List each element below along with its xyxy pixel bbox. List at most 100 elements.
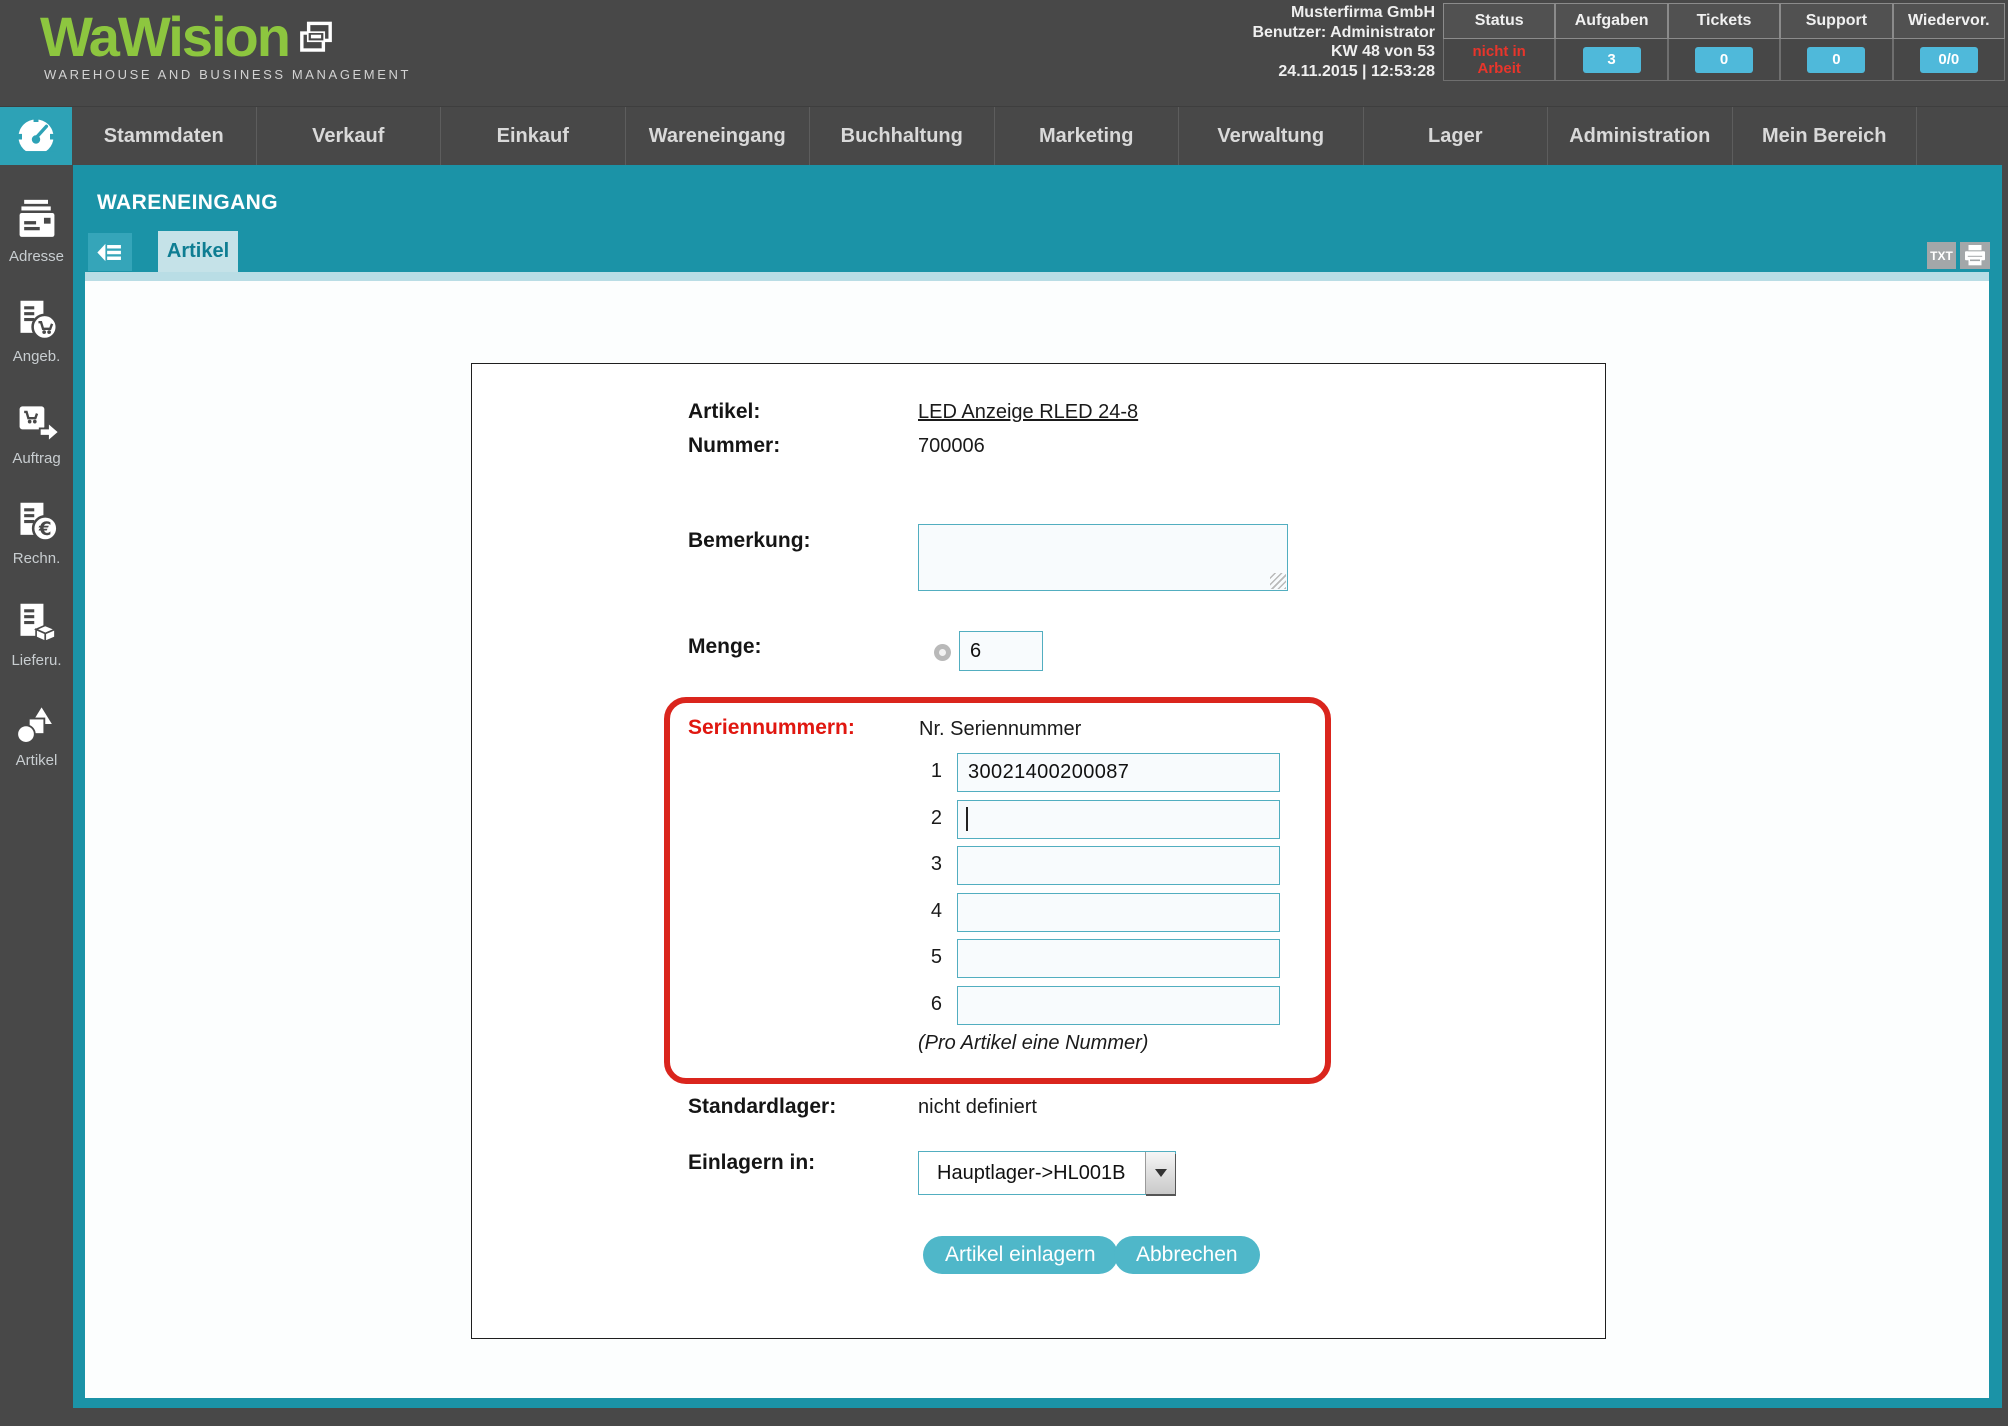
nav-item-stammdaten[interactable]: Stammdaten [72,107,256,165]
wiedervorlage-value-cell: 0/0 [1892,39,2005,81]
delivery-icon [20,603,57,643]
sidebar-item-artikel[interactable]: Artikel [0,702,73,769]
serial-input-4[interactable] [957,893,1280,932]
order-icon [19,406,59,444]
wareneingang-form: Artikel: LED Anzeige RLED 24-8 Nummer: 7… [471,363,1606,1339]
aufgaben-column-header: Aufgaben [1555,3,1668,39]
artikel-link[interactable]: LED Anzeige RLED 24-8 [918,401,1138,424]
sidebar-item-rechnung[interactable]: € Rechn. [0,500,73,567]
content-divider-strip [85,272,1989,281]
user-line: Benutzer: Administrator [1252,23,1435,41]
sidebar-item-label: Auftrag [12,450,61,467]
content-area: WARENEINGANG Artikel TXT Artikel: LED An… [73,165,2002,1408]
einlagern-select[interactable]: Hauptlager->HL001B [918,1151,1176,1195]
wiedervorlage-count-badge[interactable]: 0/0 [1919,46,1978,73]
artikel-einlagern-button[interactable]: Artikel einlagern [923,1236,1118,1274]
serial-input-5[interactable] [957,939,1280,978]
serial-row-number: 6 [930,993,942,1015]
serial-input-2[interactable] [957,800,1280,839]
bemerkung-field-wrap [918,524,1288,591]
nav-item-mein-bereich[interactable]: Mein Bereich [1731,107,1917,165]
serial-row-number: 5 [930,946,942,968]
datetime-line: 24.11.2015 | 12:53:28 [1278,62,1435,80]
page-title: WARENEINGANG [97,191,278,214]
serial-row-number: 3 [930,853,942,875]
support-count-badge[interactable]: 0 [1807,46,1866,73]
nav-item-verkauf[interactable]: Verkauf [255,107,441,165]
menge-input[interactable] [959,631,1043,671]
text-caret [966,807,968,831]
main-nav: Stammdaten Verkauf Einkauf Wareneingang … [0,106,2008,165]
status-value-cell: nicht in Arbeit [1443,39,1556,81]
resize-grip[interactable] [1270,573,1286,589]
nummer-value: 700006 [918,435,985,457]
abbrechen-button[interactable]: Abbrechen [1114,1236,1260,1274]
nummer-label: Nummer: [688,434,781,457]
menge-radio[interactable] [934,644,951,661]
svg-text:€: € [37,519,51,540]
nav-item-administration[interactable]: Administration [1547,107,1732,165]
serial-row-number: 4 [930,900,942,922]
sidebar-item-adresse[interactable]: Adresse [0,198,73,265]
txt-icon: TXT [1930,248,1953,263]
nav-item-lager[interactable]: Lager [1362,107,1548,165]
top-header: WaWision WAREHOUSE AND BUSINESS MANAGEME… [0,0,2008,106]
artikel-label: Artikel: [688,400,761,423]
status-value: nicht in Arbeit [1472,42,1526,77]
sidebar-item-label: Angeb. [12,348,61,365]
tickets-column-header: Tickets [1667,3,1781,39]
back-to-list-button[interactable] [88,233,132,271]
nav-item-verwaltung[interactable]: Verwaltung [1178,107,1363,165]
serial-row-number: 1 [930,760,942,782]
support-column-header: Support [1780,3,1893,39]
serial-input-1[interactable] [957,753,1280,792]
tickets-count-badge[interactable]: 0 [1694,46,1753,73]
serial-input-6[interactable] [957,986,1280,1025]
home-button[interactable] [0,107,72,165]
back-list-icon [97,243,121,261]
nav-item-einkauf[interactable]: Einkauf [440,107,625,165]
einlagern-selected-value: Hauptlager->HL001B [937,1161,1126,1184]
einlagern-label: Einlagern in: [688,1151,816,1174]
standardlager-label: Standardlager: [688,1095,837,1118]
nav-item-wareneingang[interactable]: Wareneingang [624,107,810,165]
address-icon [19,199,54,237]
sidebar: Adresse Angeb. Auftrag € Rechn. Lieferu.… [0,165,73,1426]
wiedervorlage-column-header: Wiedervor. [1892,3,2005,39]
print-button[interactable] [1960,242,1990,269]
tab-artikel[interactable]: Artikel [158,231,238,272]
status-summary-table: Status Aufgaben Tickets Support Wiedervo… [1443,3,2005,81]
logo-mark-icon [299,21,333,53]
article-icon [15,703,55,744]
bemerkung-label: Bemerkung: [688,529,811,552]
app-root: WaWision WAREHOUSE AND BUSINESS MANAGEME… [0,0,2008,1426]
support-value-cell: 0 [1780,39,1893,81]
tickets-value-cell: 0 [1667,39,1781,81]
seriennummern-column-header: Nr. Seriennummer [919,718,1082,740]
sidebar-item-angebot[interactable]: Angeb. [0,298,73,365]
aufgaben-count-badge[interactable]: 3 [1582,46,1641,73]
logo-text: WaWision [40,5,291,68]
content-panel: Artikel: LED Anzeige RLED 24-8 Nummer: 7… [85,281,1989,1398]
sidebar-item-label: Adresse [8,248,65,265]
sidebar-item-label: Artikel [15,752,58,769]
bemerkung-textarea[interactable] [918,524,1288,591]
sidebar-item-auftrag[interactable]: Auftrag [0,400,73,467]
header-info: Musterfirma GmbH Benutzer: Administrator… [1252,3,1435,81]
radio-dot [939,649,946,656]
status-column-header: Status [1443,3,1556,39]
calendar-week-line: KW 48 von 53 [1330,43,1435,60]
nav-spacer [1916,107,2008,165]
sidebar-item-label: Rechn. [12,550,61,567]
seriennummern-label: Seriennummern: [688,716,855,739]
serial-note: (Pro Artikel eine Nummer) [918,1032,1149,1054]
nav-item-buchhaltung[interactable]: Buchhaltung [809,107,994,165]
logo[interactable]: WaWision WAREHOUSE AND BUSINESS MANAGEME… [40,5,411,83]
chevron-down-icon[interactable] [1145,1152,1175,1194]
aufgaben-value-cell: 3 [1555,39,1668,81]
company-name: Musterfirma GmbH [1290,4,1435,21]
txt-export-button[interactable]: TXT [1927,242,1956,269]
serial-input-3[interactable] [957,846,1280,885]
sidebar-item-lieferung[interactable]: Lieferu. [0,600,73,669]
nav-item-marketing[interactable]: Marketing [993,107,1179,165]
